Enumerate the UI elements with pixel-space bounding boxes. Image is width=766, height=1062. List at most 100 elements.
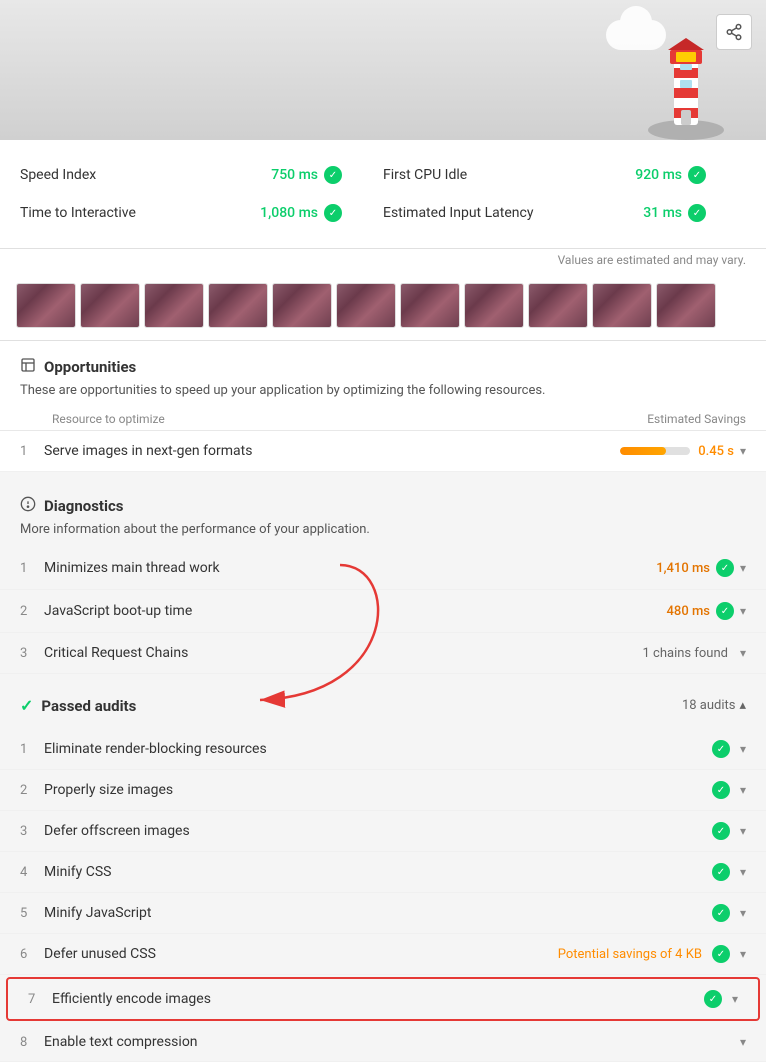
chevron-passed-4[interactable]: ▾ bbox=[740, 865, 746, 879]
filmstrip-frame-1 bbox=[16, 283, 76, 328]
passed-label-8: Enable text compression bbox=[44, 1034, 734, 1050]
diagnostics-header: Diagnostics bbox=[0, 480, 766, 520]
chevron-icon-1[interactable]: ▾ bbox=[740, 444, 746, 458]
passed-row-7-icons: ✓ ▾ bbox=[704, 990, 738, 1008]
passed-label-6: Defer unused CSS bbox=[44, 946, 558, 962]
chevron-passed-8[interactable]: ▾ bbox=[740, 1035, 746, 1049]
opportunity-label-1: Serve images in next-gen formats bbox=[44, 443, 620, 459]
check-mark-icon: ✓ bbox=[20, 696, 33, 715]
passed-row-3[interactable]: 3 Defer offscreen images ✓ ▾ bbox=[0, 811, 766, 852]
passed-number-8: 8 bbox=[20, 1035, 44, 1050]
diagnostic-label-3: Critical Request Chains bbox=[44, 645, 643, 661]
passed-row-6[interactable]: 6 Defer unused CSS Potential savings of … bbox=[0, 934, 766, 975]
metric-time-to-interactive-label: Time to Interactive bbox=[20, 205, 136, 221]
check-icon-passed-6: ✓ bbox=[712, 945, 730, 963]
metric-input-latency-label: Estimated Input Latency bbox=[383, 205, 533, 221]
chevron-passed-2[interactable]: ▾ bbox=[740, 783, 746, 797]
diagnostic-number-1: 1 bbox=[20, 561, 44, 576]
passed-number-1: 1 bbox=[20, 742, 44, 757]
passed-row-2-icons: ✓ ▾ bbox=[712, 781, 746, 799]
diagnostic-number-3: 3 bbox=[20, 646, 44, 661]
chevron-passed-header[interactable]: ▴ bbox=[739, 698, 746, 713]
diagnostic-value-1: 1,410 ms bbox=[656, 561, 710, 576]
passed-label-5: Minify JavaScript bbox=[44, 905, 712, 921]
passed-audits-section: ✓ Passed audits 18 audits ▴ 1 Eliminate … bbox=[0, 674, 766, 1062]
chevron-diag-1[interactable]: ▾ bbox=[740, 561, 746, 575]
passed-label-4: Minify CSS bbox=[44, 864, 712, 880]
chevron-passed-3[interactable]: ▾ bbox=[740, 824, 746, 838]
check-icon-passed-7: ✓ bbox=[704, 990, 722, 1008]
passed-row-3-icons: ✓ ▾ bbox=[712, 822, 746, 840]
passed-label-2: Properly size images bbox=[44, 782, 712, 798]
passed-audits-count: 18 audits bbox=[682, 698, 736, 713]
filmstrip-frame-8 bbox=[464, 283, 524, 328]
filmstrip-frame-11 bbox=[656, 283, 716, 328]
diagnostic-row-1[interactable]: 1 Minimizes main thread work 1,410 ms ✓ … bbox=[0, 547, 766, 590]
metric-first-cpu-idle-label: First CPU Idle bbox=[383, 167, 467, 183]
diagnostic-label-1: Minimizes main thread work bbox=[44, 560, 656, 576]
hero-section bbox=[0, 0, 766, 140]
metrics-section: Speed Index 750 ms ✓ First CPU Idle 920 … bbox=[0, 140, 766, 249]
chevron-passed-5[interactable]: ▾ bbox=[740, 906, 746, 920]
opportunities-icon bbox=[20, 357, 36, 377]
passed-audits-header-left: ✓ Passed audits bbox=[20, 696, 136, 715]
savings-bar-fill-1 bbox=[620, 447, 666, 455]
diagnostic-row-2[interactable]: 2 JavaScript boot-up time 480 ms ✓ ▾ bbox=[0, 590, 766, 633]
passed-row-5[interactable]: 5 Minify JavaScript ✓ ▾ bbox=[0, 893, 766, 934]
passed-row-8-icons: ▾ bbox=[734, 1035, 746, 1049]
lighthouse-illustration bbox=[646, 30, 726, 140]
diagnostic-number-2: 2 bbox=[20, 604, 44, 619]
filmstrip-frame-9 bbox=[528, 283, 588, 328]
passed-number-2: 2 bbox=[20, 783, 44, 798]
filmstrip-frame-6 bbox=[336, 283, 396, 328]
check-icon-passed-4: ✓ bbox=[712, 863, 730, 881]
chevron-passed-1[interactable]: ▾ bbox=[740, 742, 746, 756]
metric-speed-index: Speed Index 750 ms ✓ bbox=[20, 156, 383, 194]
opportunities-header: Opportunities bbox=[0, 341, 766, 381]
passed-row-1[interactable]: 1 Eliminate render-blocking resources ✓ … bbox=[0, 729, 766, 770]
check-icon-passed-2: ✓ bbox=[712, 781, 730, 799]
check-icon-tti: ✓ bbox=[324, 204, 342, 222]
metric-time-to-interactive: Time to Interactive 1,080 ms ✓ bbox=[20, 194, 383, 232]
savings-bar-container-1: 0.45 s bbox=[620, 444, 734, 459]
diagnostic-row-3[interactable]: 3 Critical Request Chains 1 chains found… bbox=[0, 633, 766, 674]
check-icon-first-cpu-idle: ✓ bbox=[688, 166, 706, 184]
chevron-passed-7[interactable]: ▾ bbox=[732, 992, 738, 1006]
check-icon-input-latency: ✓ bbox=[688, 204, 706, 222]
estimate-note: Values are estimated and may vary. bbox=[0, 249, 766, 275]
passed-number-6: 6 bbox=[20, 947, 44, 962]
passed-row-2[interactable]: 2 Properly size images ✓ ▾ bbox=[0, 770, 766, 811]
check-icon-speed-index: ✓ bbox=[324, 166, 342, 184]
passed-number-3: 3 bbox=[20, 824, 44, 839]
metric-input-latency-value: 31 ms ✓ bbox=[643, 204, 706, 222]
chevron-diag-3[interactable]: ▾ bbox=[740, 646, 746, 660]
filmstrip-frame-10 bbox=[592, 283, 652, 328]
filmstrip bbox=[0, 275, 766, 341]
opportunity-row-1[interactable]: 1 Serve images in next-gen formats 0.45 … bbox=[0, 431, 766, 472]
passed-row-5-icons: ✓ ▾ bbox=[712, 904, 746, 922]
check-icon-passed-5: ✓ bbox=[712, 904, 730, 922]
chevron-diag-2[interactable]: ▾ bbox=[740, 604, 746, 618]
passed-audits-count-area: 18 audits ▴ bbox=[682, 698, 746, 713]
opportunity-number-1: 1 bbox=[20, 444, 44, 459]
filmstrip-frame-2 bbox=[80, 283, 140, 328]
passed-label-7: Efficiently encode images bbox=[52, 991, 704, 1007]
diagnostic-label-2: JavaScript boot-up time bbox=[44, 603, 667, 619]
passed-number-4: 4 bbox=[20, 865, 44, 880]
passed-savings-6: Potential savings of 4 KB bbox=[558, 947, 702, 962]
metric-time-to-interactive-value: 1,080 ms ✓ bbox=[260, 204, 342, 222]
passed-row-1-icons: ✓ ▾ bbox=[712, 740, 746, 758]
check-icon-passed-3: ✓ bbox=[712, 822, 730, 840]
metric-first-cpu-idle: First CPU Idle 920 ms ✓ bbox=[383, 156, 746, 194]
check-icon-passed-1: ✓ bbox=[712, 740, 730, 758]
chevron-passed-6[interactable]: ▾ bbox=[740, 947, 746, 961]
passed-row-8[interactable]: 8 Enable text compression ▾ bbox=[0, 1023, 766, 1062]
passed-row-6-icons: Potential savings of 4 KB ✓ ▾ bbox=[558, 945, 746, 963]
table-header-resource: Resource to optimize bbox=[52, 412, 165, 426]
passed-row-4[interactable]: 4 Minify CSS ✓ ▾ bbox=[0, 852, 766, 893]
share-button[interactable] bbox=[716, 14, 752, 50]
opportunities-section: Opportunities These are opportunities to… bbox=[0, 341, 766, 472]
passed-row-7[interactable]: 7 Efficiently encode images ✓ ▾ bbox=[6, 977, 760, 1021]
passed-audits-header[interactable]: ✓ Passed audits 18 audits ▴ bbox=[0, 682, 766, 729]
metrics-grid: Speed Index 750 ms ✓ First CPU Idle 920 … bbox=[20, 156, 746, 232]
